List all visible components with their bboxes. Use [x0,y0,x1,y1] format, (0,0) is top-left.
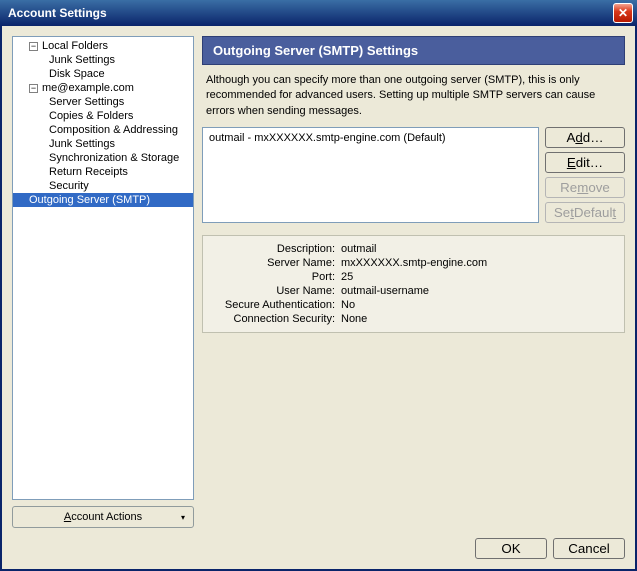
account-tree[interactable]: − Local Folders Junk Settings Disk Space… [12,36,194,500]
sidebar-item-junk-settings[interactable]: Junk Settings [13,137,193,151]
ok-button[interactable]: OK [475,538,547,559]
account-actions-button[interactable]: Account Actions ▾ [12,506,194,528]
sidebar: − Local Folders Junk Settings Disk Space… [12,36,194,528]
detail-value: outmail-username [341,285,616,297]
edit-button[interactable]: Edit… [545,152,625,173]
window-body: − Local Folders Junk Settings Disk Space… [0,26,637,571]
sidebar-item-label: Disk Space [49,68,105,80]
sidebar-item-account[interactable]: − me@example.com [13,81,193,95]
sidebar-item-copies-folders[interactable]: Copies & Folders [13,109,193,123]
sidebar-item-label: Security [49,180,89,192]
detail-row-port: Port: 25 [211,270,616,284]
dialog-footer: OK Cancel [12,528,625,559]
main-area: − Local Folders Junk Settings Disk Space… [12,36,625,528]
window-title: Account Settings [8,6,613,20]
detail-label: User Name: [211,285,341,297]
sidebar-item-label: Junk Settings [49,138,115,150]
chevron-down-icon: ▾ [181,513,185,522]
sidebar-item-return-receipts[interactable]: Return Receipts [13,165,193,179]
smtp-server-list[interactable]: outmail - mxXXXXXX.smtp-engine.com (Defa… [202,127,539,223]
sidebar-item-label: Return Receipts [49,166,128,178]
sidebar-item-label: Composition & Addressing [49,124,178,136]
sidebar-item-label: Junk Settings [49,54,115,66]
account-actions-label: Account Actions [64,511,142,523]
content-heading: Outgoing Server (SMTP) Settings [202,36,625,65]
sidebar-item-label: Server Settings [49,96,124,108]
sidebar-item-composition-addressing[interactable]: Composition & Addressing [13,123,193,137]
add-button[interactable]: Add… [545,127,625,148]
sidebar-item-label: me@example.com [42,82,134,94]
server-row: outmail - mxXXXXXX.smtp-engine.com (Defa… [202,127,625,223]
side-buttons: Add… Edit… Remove Set Default [545,127,625,223]
detail-row-description: Description: outmail [211,242,616,256]
detail-label: Server Name: [211,257,341,269]
sidebar-item-label: Copies & Folders [49,110,133,122]
sidebar-item-label: Local Folders [42,40,108,52]
sidebar-item-label: Outgoing Server (SMTP) [29,194,150,206]
detail-label: Secure Authentication: [211,299,341,311]
expander-icon[interactable]: − [29,84,38,93]
set-default-button[interactable]: Set Default [545,202,625,223]
detail-row-connection-security: Connection Security: None [211,312,616,326]
sidebar-item-outgoing-server-smtp[interactable]: Outgoing Server (SMTP) [13,193,193,207]
expander-icon[interactable]: − [29,42,38,51]
server-details-panel: Description: outmail Server Name: mxXXXX… [202,235,625,333]
sidebar-item-security[interactable]: Security [13,179,193,193]
detail-row-secure-auth: Secure Authentication: No [211,298,616,312]
detail-label: Port: [211,271,341,283]
sidebar-item-server-settings[interactable]: Server Settings [13,95,193,109]
detail-value: None [341,313,616,325]
detail-value: No [341,299,616,311]
cancel-button[interactable]: Cancel [553,538,625,559]
detail-value: outmail [341,243,616,255]
sidebar-item-local-folders[interactable]: − Local Folders [13,39,193,53]
titlebar: Account Settings ✕ [0,0,637,26]
detail-label: Connection Security: [211,313,341,325]
detail-label: Description: [211,243,341,255]
sidebar-item-synchronization-storage[interactable]: Synchronization & Storage [13,151,193,165]
content-description: Although you can specify more than one o… [202,65,625,127]
sidebar-item-junk-settings-local[interactable]: Junk Settings [13,53,193,67]
detail-row-server-name: Server Name: mxXXXXXX.smtp-engine.com [211,256,616,270]
close-icon: ✕ [618,6,628,20]
close-button[interactable]: ✕ [613,3,633,23]
content-panel: Outgoing Server (SMTP) Settings Although… [202,36,625,528]
smtp-server-item[interactable]: outmail - mxXXXXXX.smtp-engine.com (Defa… [209,131,532,145]
detail-value: mxXXXXXX.smtp-engine.com [341,257,616,269]
remove-button[interactable]: Remove [545,177,625,198]
sidebar-item-disk-space[interactable]: Disk Space [13,67,193,81]
sidebar-item-label: Synchronization & Storage [49,152,179,164]
detail-value: 25 [341,271,616,283]
detail-row-user-name: User Name: outmail-username [211,284,616,298]
